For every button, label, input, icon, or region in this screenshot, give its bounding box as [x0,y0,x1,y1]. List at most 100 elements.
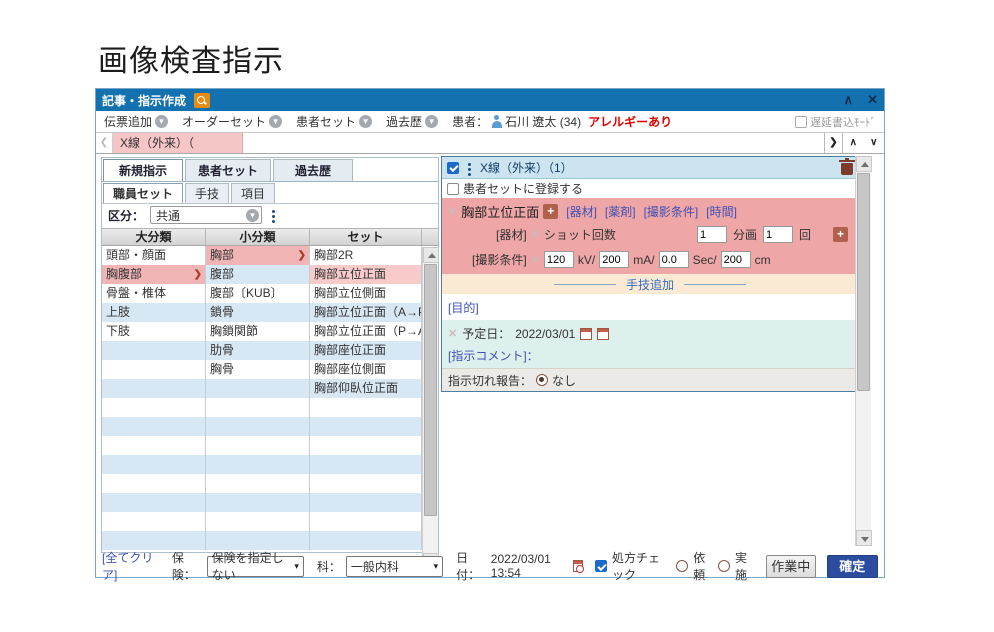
expire-none-radio[interactable] [536,374,548,386]
minor-category-cell[interactable] [206,398,310,417]
sec-input[interactable] [659,251,689,268]
major-category-cell[interactable]: 胸腹部❯ [102,265,206,284]
order-checkbox[interactable] [447,162,459,174]
delete-schedule-icon[interactable]: ✕ [448,327,457,340]
major-category-cell[interactable] [102,474,206,493]
minor-category-cell[interactable] [206,474,310,493]
menu-denpyo-tsuika[interactable]: 伝票追加 ▼ [104,113,168,130]
set-cell[interactable] [310,455,422,474]
minor-category-cell[interactable] [206,379,310,398]
add-equipment-icon[interactable]: + [833,227,848,242]
major-category-cell[interactable] [102,341,206,360]
minor-category-cell[interactable]: 胸鎖関節 [206,322,310,341]
trash-icon[interactable] [841,163,853,175]
tab-scroll-prev-button[interactable]: ❮ [96,133,113,153]
scroll-up-button[interactable] [423,247,439,263]
set-cell[interactable] [310,493,422,512]
set-cell[interactable]: 胸部立位正面（P→A） [310,322,422,341]
tab-move-up-button[interactable]: ∧ [843,133,864,153]
working-button[interactable]: 作業中 [766,555,816,578]
scroll-up-button[interactable] [856,156,872,172]
shot-count-input[interactable] [697,226,727,243]
request-radio[interactable] [676,560,688,572]
minor-category-cell[interactable]: 腹部 [206,265,310,284]
tab-history[interactable]: 過去歴 [273,159,353,181]
order-comment-link[interactable]: [指示コメント]： [448,347,539,364]
major-category-cell[interactable]: 上肢 [102,303,206,322]
ma-input[interactable] [599,251,629,268]
register-checkbox[interactable] [447,183,459,195]
link-equipment[interactable]: [器材] [566,203,597,220]
subtab-staff-set[interactable]: 職員セット [103,183,183,203]
major-category-cell[interactable] [102,512,206,531]
set-cell[interactable] [310,417,422,436]
link-imaging-conditions[interactable]: [撮影条件] [644,203,699,220]
delay-write-checkbox[interactable] [795,116,807,128]
major-category-cell[interactable] [102,417,206,436]
major-category-cell[interactable]: 頭部・顔面 [102,246,206,265]
set-cell[interactable]: 胸部立位正面 [310,265,422,284]
times-input[interactable] [763,226,793,243]
kubun-select[interactable]: 共通 ▼ [150,206,262,224]
tab-scroll-next-button[interactable]: ❯ [824,133,842,153]
purpose-link[interactable]: [目的] [448,299,479,316]
set-cell[interactable] [310,531,422,550]
set-cell[interactable] [310,436,422,455]
calendar-icon[interactable] [580,328,592,340]
major-category-cell[interactable] [102,436,206,455]
minor-category-cell[interactable] [206,455,310,474]
department-select[interactable]: 一般内科 ▾ [346,556,443,577]
delete-equipment-icon[interactable]: ✕ [531,228,540,241]
delete-conditions-icon[interactable]: ✕ [531,253,540,266]
menu-history[interactable]: 過去歴 ▼ [386,113,438,130]
minor-category-cell[interactable] [206,417,310,436]
add-procedure-link[interactable]: 手技追加 [626,276,674,293]
more-menu-icon[interactable] [468,163,471,166]
collapse-button[interactable]: ∧ [844,92,854,108]
execute-radio[interactable] [718,560,730,572]
minor-category-cell[interactable]: 胸部❯ [206,246,310,265]
major-category-cell[interactable] [102,398,206,417]
tab-patient-set[interactable]: 患者セット [185,159,271,181]
scroll-down-button[interactable] [856,530,872,546]
set-cell[interactable]: 胸部仰臥位正面 [310,379,422,398]
set-cell[interactable]: 胸部座位正面 [310,341,422,360]
major-category-cell[interactable] [102,493,206,512]
menu-patient-set[interactable]: 患者セット ▼ [296,113,372,130]
order-tab-xray[interactable]: X線（外来）（ [113,133,243,153]
scrollbar-thumb[interactable] [424,264,437,516]
close-button[interactable]: ✕ [867,92,878,108]
major-category-cell[interactable] [102,360,206,379]
add-detail-icon[interactable]: + [543,204,558,219]
minor-category-cell[interactable] [206,531,310,550]
major-category-cell[interactable] [102,455,206,474]
more-menu-icon[interactable] [272,210,275,213]
minor-category-cell[interactable] [206,436,310,455]
major-category-cell[interactable] [102,531,206,550]
calendar-clock-icon[interactable] [573,560,583,572]
search-icon[interactable] [194,93,210,108]
set-cell[interactable] [310,398,422,417]
minor-category-cell[interactable]: 腹部〔KUB〕 [206,284,310,303]
right-panel-scrollbar[interactable] [855,156,871,546]
subtab-item[interactable]: 項目 [231,183,275,203]
link-time[interactable]: [時間] [706,203,737,220]
confirm-button[interactable]: 確定 [827,555,878,578]
subtab-procedure[interactable]: 手技 [185,183,229,203]
scrollbar-thumb[interactable] [857,173,870,391]
minor-category-cell[interactable] [206,493,310,512]
tab-move-down-button[interactable]: ∨ [864,133,885,153]
minor-category-cell[interactable] [206,512,310,531]
clear-all-link[interactable]: [全てクリア] [102,549,157,583]
set-cell[interactable]: 胸部2R [310,246,422,265]
cm-input[interactable] [721,251,751,268]
rx-check-checkbox[interactable] [595,560,607,572]
set-cell[interactable] [310,474,422,493]
minor-category-cell[interactable]: 肋骨 [206,341,310,360]
minor-category-cell[interactable]: 胸骨 [206,360,310,379]
minor-category-cell[interactable]: 鎖骨 [206,303,310,322]
link-medicine[interactable]: [薬剤] [605,203,636,220]
delete-procedure-icon[interactable]: ✕ [448,205,457,218]
insurance-select[interactable]: 保険を指定しない ▾ [207,556,304,577]
left-table-scrollbar[interactable] [422,247,438,569]
